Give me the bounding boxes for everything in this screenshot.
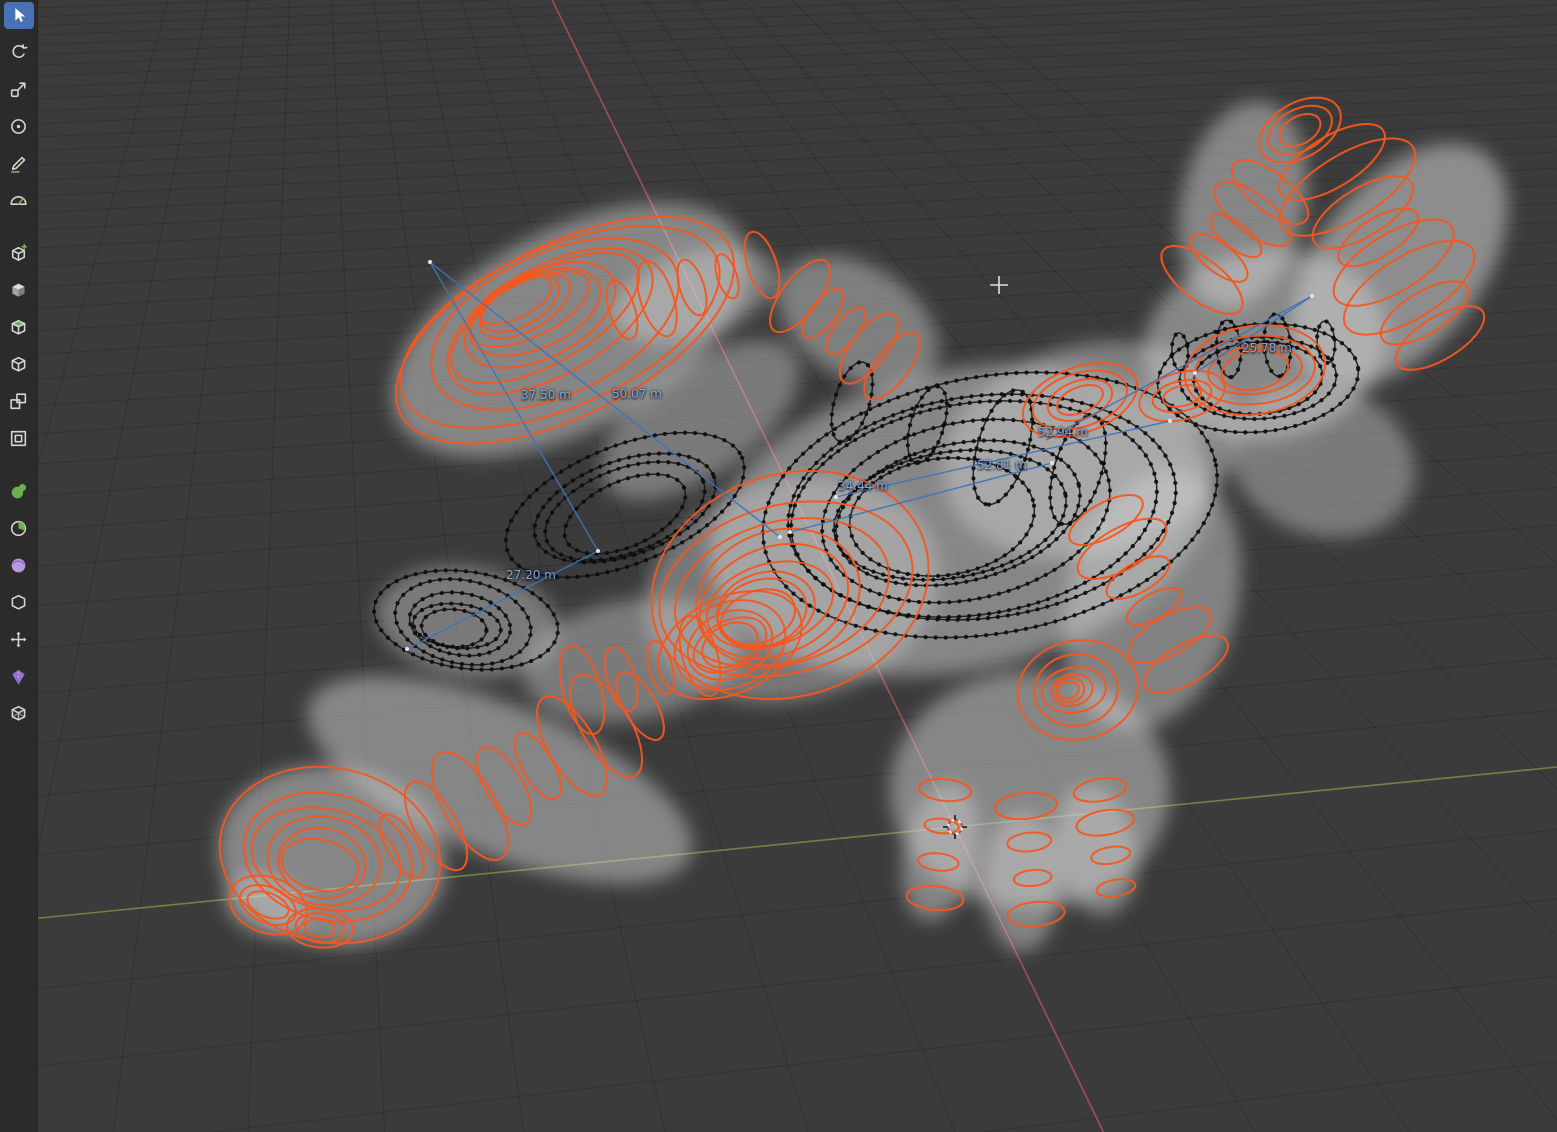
transform-gizmo-icon <box>11 119 26 134</box>
sphere-purple-icon <box>11 558 26 573</box>
add-cube-icon <box>11 243 28 261</box>
tool-measure[interactable] <box>4 187 34 214</box>
tool-transform-gizmo[interactable] <box>4 113 34 140</box>
tool-inset-faces[interactable] <box>4 425 34 452</box>
tool-scale[interactable] <box>4 76 34 103</box>
tool-box-outline[interactable] <box>4 589 34 616</box>
gem-purple-icon <box>12 669 25 685</box>
annotate-pencil-icon <box>10 156 26 173</box>
move-arrows-icon <box>10 631 27 648</box>
tool-pie-slice[interactable] <box>4 515 34 542</box>
inset-faces-icon <box>10 430 27 447</box>
tool-array-cubes[interactable] <box>4 388 34 415</box>
tool-move[interactable] <box>4 626 34 653</box>
model-mesh[interactable] <box>203 89 1551 964</box>
tool-add-cube[interactable] <box>4 240 34 267</box>
tool-annotate[interactable] <box>4 150 34 177</box>
tool-cursor-select[interactable] <box>3 2 34 29</box>
tool-cube-solid[interactable] <box>4 277 34 304</box>
tool-sphere-purple[interactable] <box>4 552 34 579</box>
measure-protractor-icon <box>10 196 27 205</box>
pie-slice-icon <box>10 520 27 537</box>
extrude-cube-icon <box>11 319 26 335</box>
tool-extrude-cube[interactable] <box>4 314 34 341</box>
tool-gem[interactable] <box>4 663 34 690</box>
array-cubes-icon <box>10 393 27 410</box>
metaball-green-icon <box>11 483 27 499</box>
tool-metaball[interactable] <box>4 478 34 505</box>
cursor-select-icon <box>15 8 26 23</box>
cube-solid-icon <box>12 283 25 297</box>
scene-canvas <box>0 0 1557 1132</box>
rotate-icon <box>12 44 28 58</box>
tool-cube-outline[interactable] <box>4 351 34 378</box>
mouse-crosshair-icon <box>990 276 1008 294</box>
tool-wireframe-cube[interactable] <box>4 700 34 727</box>
box-outline-icon <box>11 594 26 610</box>
tool-rotate[interactable] <box>4 39 34 66</box>
wireframe-cube-icon <box>11 705 26 721</box>
scale-icon <box>10 82 26 98</box>
viewport-toolbar <box>0 0 38 1132</box>
3d-viewport[interactable]: 37.50 m 50.07 m 27.20 m 34.44 m 52.81 m … <box>0 0 1557 1132</box>
cube-outline-icon <box>11 356 26 372</box>
